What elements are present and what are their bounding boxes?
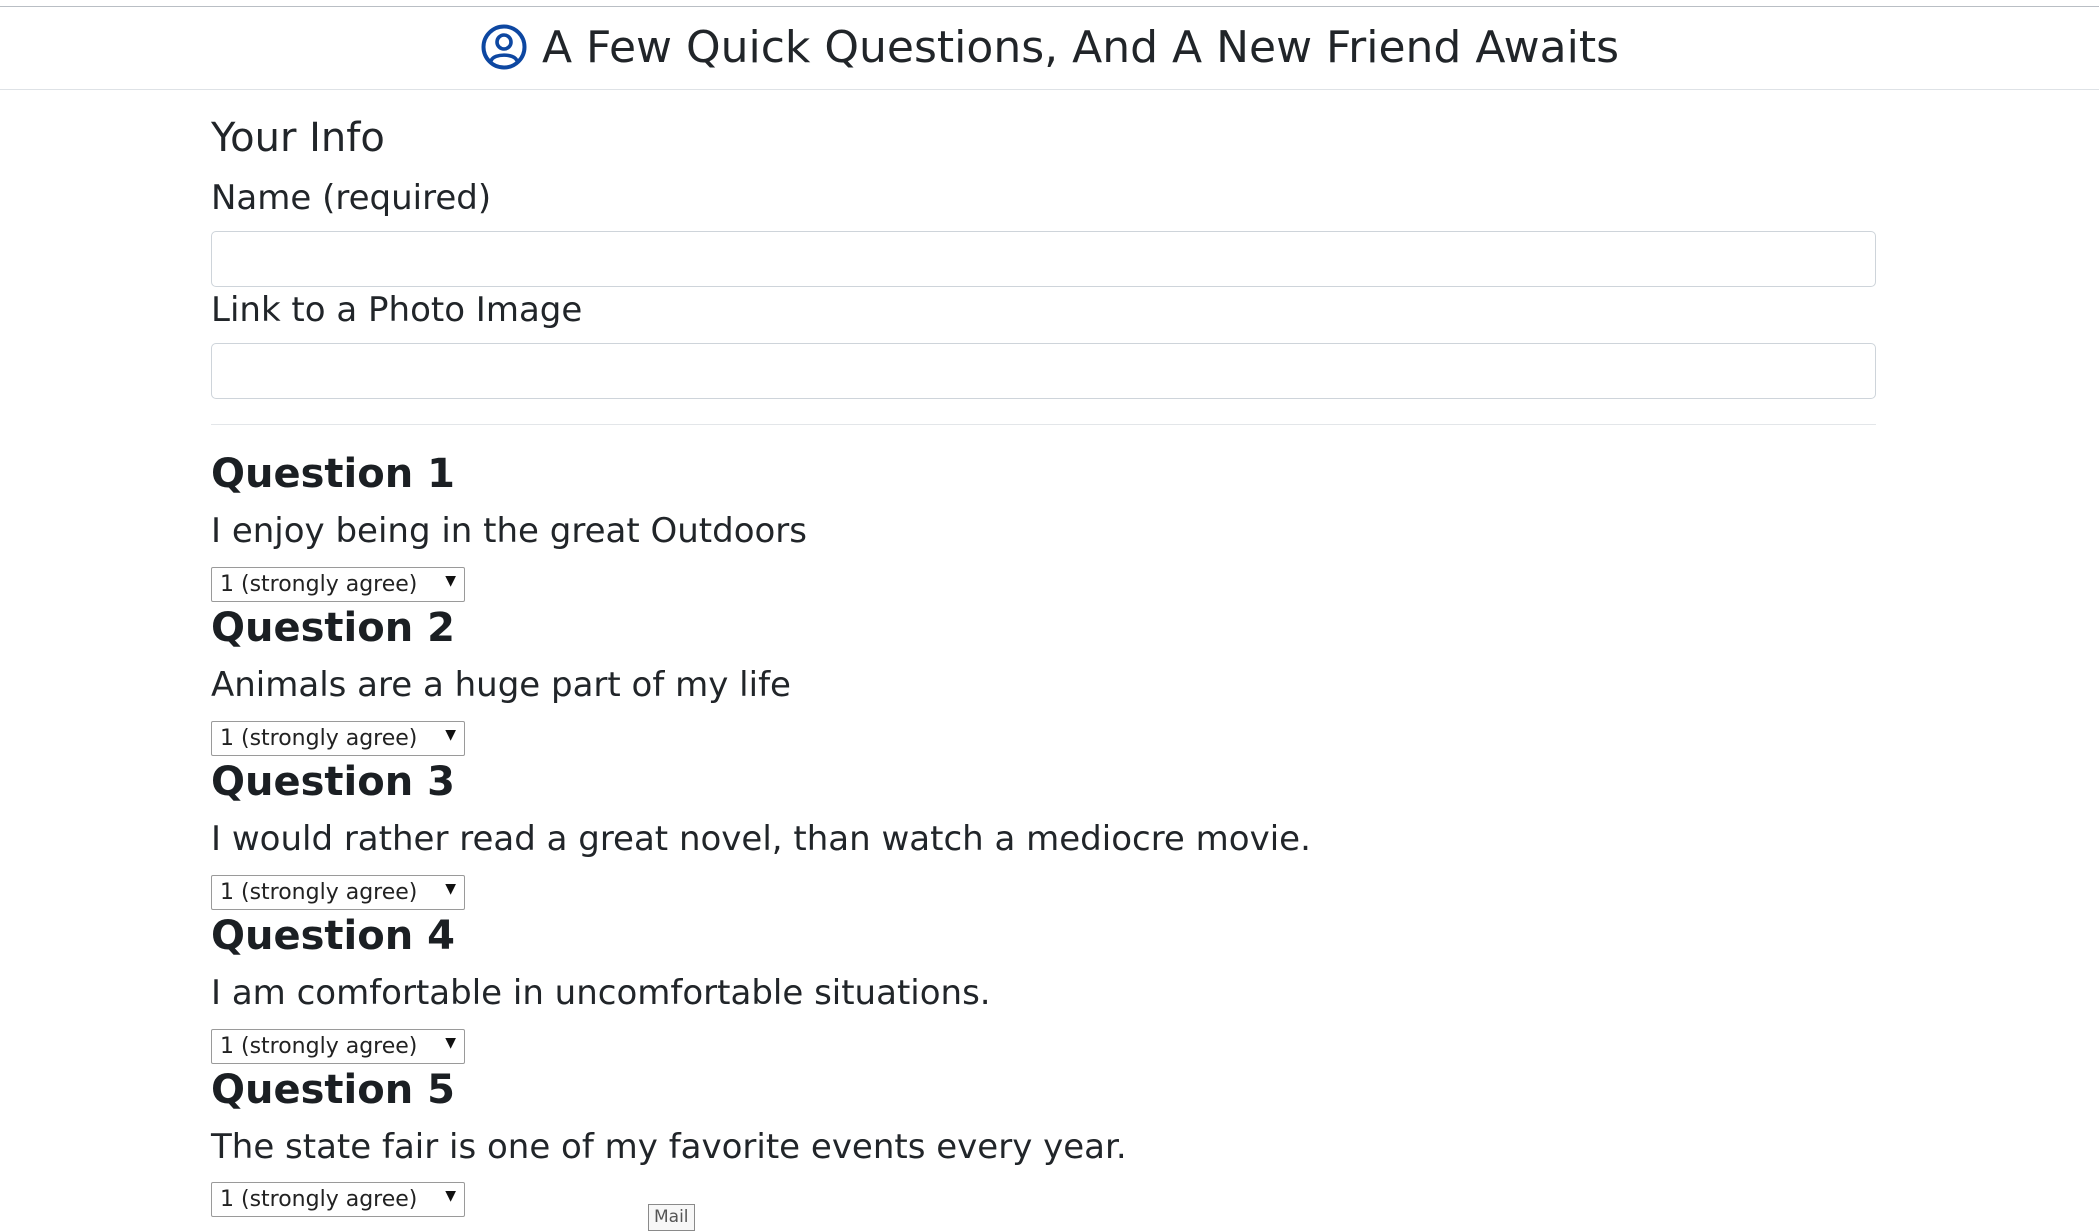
mail-tooltip: Mail	[648, 1204, 695, 1231]
your-info-heading: Your Info	[211, 115, 385, 161]
question-4-text: I am comfortable in uncomfortable situat…	[211, 973, 991, 1013]
dropdown-arrow-icon: ▼	[445, 573, 456, 589]
question-3-selected-value: 1 (strongly agree)	[220, 880, 418, 905]
dropdown-arrow-icon: ▼	[445, 1188, 456, 1204]
question-5-select[interactable]: 1 (strongly agree) ▼	[211, 1182, 465, 1217]
question-3-text: I would rather read a great novel, than …	[211, 819, 1311, 859]
question-5-text: The state fair is one of my favorite eve…	[211, 1127, 1127, 1167]
photo-link-input[interactable]	[211, 343, 1876, 399]
question-1-heading: Question 1	[211, 451, 455, 497]
dropdown-arrow-icon: ▼	[445, 881, 456, 897]
dropdown-arrow-icon: ▼	[445, 727, 456, 743]
section-divider	[211, 424, 1876, 425]
question-4-heading: Question 4	[211, 913, 455, 959]
user-circle-icon	[480, 23, 528, 71]
question-4-select[interactable]: 1 (strongly agree) ▼	[211, 1029, 465, 1064]
page-title: A Few Quick Questions, And A New Friend …	[541, 21, 1620, 73]
name-label: Name (required)	[211, 178, 492, 218]
dropdown-arrow-icon: ▼	[445, 1035, 456, 1051]
photo-link-label: Link to a Photo Image	[211, 290, 583, 330]
question-2-select[interactable]: 1 (strongly agree) ▼	[211, 721, 465, 756]
question-3-heading: Question 3	[211, 759, 455, 805]
question-1-text: I enjoy being in the great Outdoors	[211, 511, 807, 551]
question-5-selected-value: 1 (strongly agree)	[220, 1187, 418, 1212]
name-input[interactable]	[211, 231, 1876, 287]
question-2-text: Animals are a huge part of my life	[211, 665, 791, 705]
question-1-selected-value: 1 (strongly agree)	[220, 572, 418, 597]
question-1-select[interactable]: 1 (strongly agree) ▼	[211, 567, 465, 602]
question-5-heading: Question 5	[211, 1067, 455, 1113]
question-2-selected-value: 1 (strongly agree)	[220, 726, 418, 751]
question-2-heading: Question 2	[211, 605, 455, 651]
question-4-selected-value: 1 (strongly agree)	[220, 1034, 418, 1059]
question-3-select[interactable]: 1 (strongly agree) ▼	[211, 875, 465, 910]
page-header: A Few Quick Questions, And A New Friend …	[0, 7, 2099, 90]
